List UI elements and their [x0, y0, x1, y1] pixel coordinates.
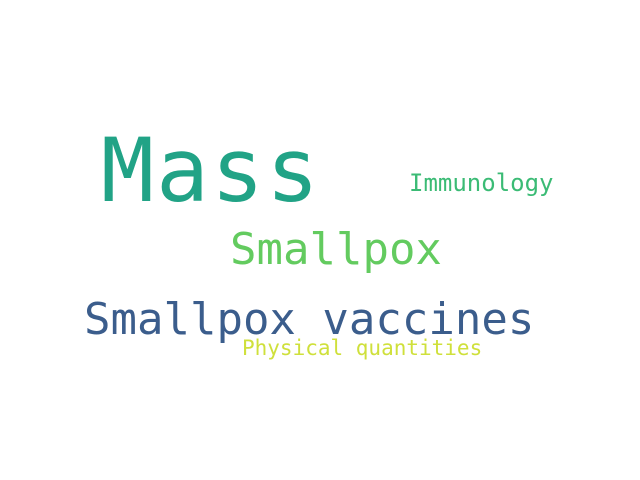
- word-mass: Mass: [101, 119, 321, 222]
- word-smallpox: Smallpox: [230, 224, 442, 275]
- word-immunology: Immunology: [409, 169, 554, 197]
- word-physical-quantities: Physical quantities: [242, 336, 483, 360]
- word-cloud: Mass Immunology Smallpox Smallpox vaccin…: [0, 0, 640, 480]
